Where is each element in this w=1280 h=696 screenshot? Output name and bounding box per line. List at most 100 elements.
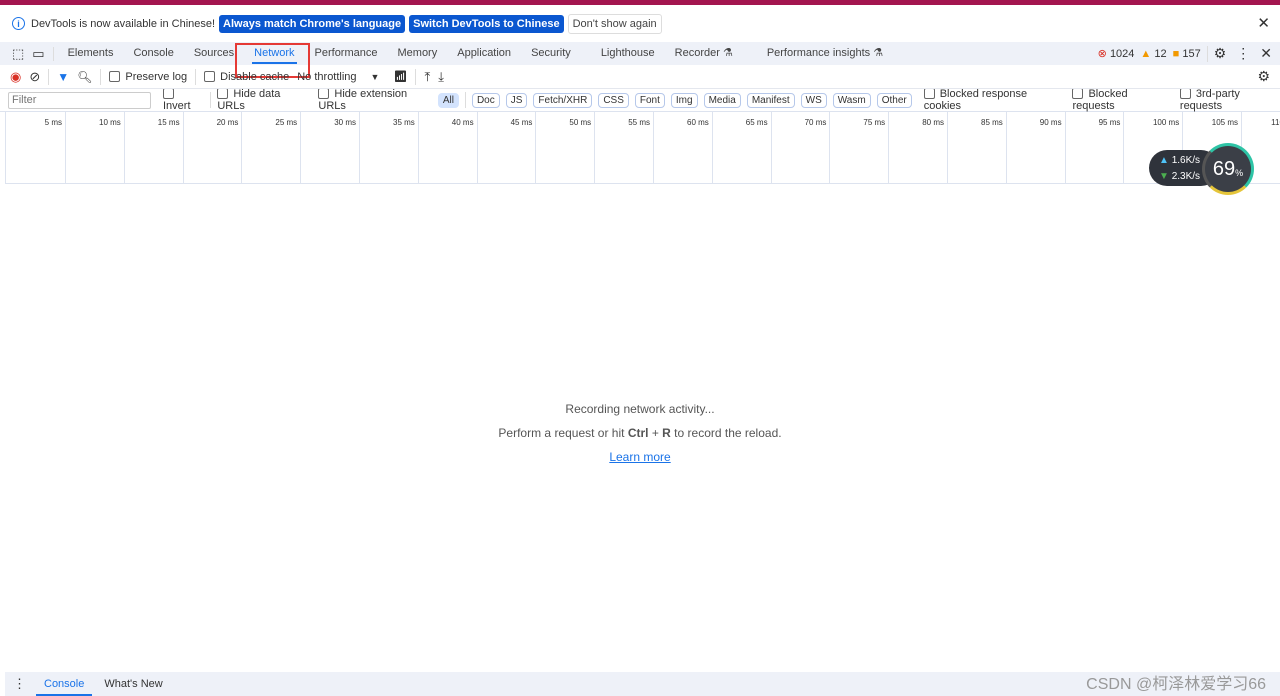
timeline-tick-label: 35 ms — [393, 118, 415, 127]
timeline-gridline — [123, 112, 125, 184]
timeline-tick-label: 65 ms — [745, 118, 768, 127]
tab-application[interactable]: Application — [447, 42, 521, 65]
blocked-requests-checkbox[interactable]: Blocked requests — [1072, 88, 1167, 112]
usage-gauge[interactable]: 69% — [1202, 143, 1254, 195]
tab-sources[interactable]: Sources — [184, 42, 244, 65]
invert-checkbox[interactable]: Invert — [163, 88, 204, 112]
drawer-menu-icon[interactable]: ⋮ — [13, 676, 26, 692]
dont-show-again-button[interactable]: Don't show again — [567, 13, 662, 34]
type-filter-wasm[interactable]: Wasm — [832, 92, 871, 108]
preserve-log-checkbox[interactable]: Preserve log — [109, 70, 187, 83]
more-options-icon[interactable]: ⋮ — [1232, 45, 1254, 62]
inspect-element-icon[interactable]: ⬚ — [12, 46, 24, 62]
close-devtools-icon[interactable]: ✕ — [1260, 45, 1272, 62]
timeline-tick-label: 100 ms — [1152, 118, 1180, 127]
filter-input[interactable] — [8, 91, 151, 109]
watermark: CSDN @柯泽林爱学习66 — [1086, 676, 1266, 693]
network-toolbar: ◉ ⊘ ▼ 🔍︎ Preserve log Disable cache No t… — [0, 65, 1280, 89]
language-infobar: i DevTools is now available in Chinese! … — [0, 5, 1280, 42]
timeline-tick-label: 85 ms — [981, 118, 1003, 127]
network-settings-gear-icon[interactable]: ⚙ — [1257, 68, 1270, 85]
infobar-message: DevTools is now available in Chinese! — [31, 17, 216, 30]
timeline-gridline — [182, 112, 184, 184]
search-icon[interactable]: 🔍︎ — [77, 70, 92, 84]
timeline-tick-label: 60 ms — [687, 118, 709, 127]
error-icon: ⊗ — [1097, 48, 1107, 60]
timeline-tick-label: 55 ms — [628, 118, 650, 127]
tab-network[interactable]: Network — [244, 42, 304, 65]
timeline-gridline — [535, 112, 537, 184]
tab-security[interactable]: Security — [521, 42, 581, 65]
clear-icon[interactable]: ⊘ — [29, 69, 40, 85]
learn-more-link[interactable]: Learn more — [609, 450, 670, 464]
timeline-gridline — [359, 112, 360, 184]
reload-hint: Perform a request or hit Ctrl + R to rec… — [498, 426, 782, 440]
timeline-tick-label: 105 ms — [1211, 118, 1238, 127]
network-overview-timeline[interactable]: 5 ms 10 ms 15 ms 20 ms 25 ms 30 ms 35 ms 40 ms 4… — [5, 112, 1280, 184]
timeline-tick-label: 75 ms — [863, 118, 886, 127]
chevron-down-icon: ▼ — [370, 71, 380, 82]
timeline-gridline — [770, 112, 772, 184]
drawer-tab-whats-new[interactable]: What's New — [96, 672, 170, 696]
tab-memory[interactable]: Memory — [388, 42, 448, 65]
device-toolbar-icon[interactable]: ▭ — [32, 46, 44, 62]
drawer-tab-console[interactable]: Console — [36, 672, 93, 696]
type-filter-font[interactable]: Font — [634, 92, 665, 108]
switch-to-chinese-button[interactable]: Switch DevTools to Chinese — [409, 14, 564, 33]
issues-count[interactable]: ■ 157 — [1173, 48, 1201, 60]
timeline-gridline — [888, 112, 890, 184]
warning-count[interactable]: ▲ 12 — [1140, 48, 1166, 60]
timeline-tick-label: 95 ms — [1098, 118, 1121, 127]
tab-lighthouse[interactable]: Lighthouse — [591, 42, 665, 65]
type-filter-img[interactable]: Img — [670, 92, 698, 108]
third-party-requests-checkbox[interactable]: 3rd-party requests — [1179, 88, 1280, 112]
timeline-tick-label: 40 ms — [451, 118, 474, 127]
timeline-gridline — [1064, 112, 1066, 184]
type-filter-media[interactable]: Media — [703, 92, 741, 108]
timeline-tick-label: 70 ms — [804, 118, 827, 127]
filter-icon[interactable]: ▼ — [57, 70, 69, 84]
type-filter-css[interactable]: CSS — [598, 92, 629, 108]
timeline-tick-label: 30 ms — [334, 118, 356, 127]
timeline-gridline — [1005, 112, 1007, 184]
throttling-select[interactable]: No throttling ▼ — [297, 71, 379, 83]
timeline-tick-label: 45 ms — [510, 118, 533, 127]
always-match-language-button[interactable]: Always match Chrome's language — [219, 14, 406, 33]
timeline-gridline — [476, 112, 478, 184]
type-filter-manifest[interactable]: Manifest — [746, 92, 795, 108]
timeline-tick-label: 10 ms — [99, 118, 121, 127]
import-har-icon[interactable]: ⤒ — [424, 69, 430, 85]
type-filter-all[interactable]: All — [437, 92, 459, 108]
hide-extension-urls-checkbox[interactable]: Hide extension URLs — [318, 88, 431, 112]
timeline-tick-label: 20 ms — [216, 118, 239, 127]
type-filter-js[interactable]: JS — [505, 92, 528, 108]
type-filter-doc[interactable]: Doc — [471, 92, 500, 108]
type-filter-ws[interactable]: WS — [800, 92, 827, 108]
tab-performance-insights[interactable]: Performance insights ⚗ — [757, 42, 893, 65]
settings-gear-icon[interactable]: ⚙ — [1214, 45, 1227, 62]
error-count[interactable]: ⊗ 1024 — [1098, 47, 1135, 60]
tab-elements[interactable]: Elements — [58, 42, 124, 65]
close-infobar-icon[interactable]: ✕ — [1257, 14, 1270, 32]
hide-data-urls-checkbox[interactable]: Hide data URLs — [217, 88, 306, 112]
timeline-tick-label: 50 ms — [569, 118, 592, 127]
timeline-gridline — [947, 112, 948, 184]
timeline-gridline — [594, 112, 596, 184]
blocked-response-cookies-checkbox[interactable]: Blocked response cookies — [923, 88, 1061, 112]
timeline-gridline — [65, 112, 66, 184]
tab-recorder[interactable]: Recorder ⚗ — [665, 42, 743, 65]
disable-cache-checkbox[interactable]: Disable cache — [204, 70, 289, 83]
type-filter-fetch-xhr[interactable]: Fetch/XHR — [533, 92, 593, 108]
info-icon: i — [12, 17, 25, 30]
type-filter-other[interactable]: Other — [876, 92, 912, 108]
tab-console[interactable]: Console — [123, 42, 183, 65]
timeline-gridline — [711, 112, 713, 184]
network-conditions-icon[interactable]: 📶︎ — [393, 70, 407, 83]
export-har-icon[interactable]: ⤓ — [438, 69, 444, 85]
stop-recording-icon[interactable]: ◉ — [10, 69, 21, 85]
recording-message: Recording network activity... — [565, 402, 715, 416]
issue-icon: ■ — [1172, 47, 1180, 60]
tab-performance[interactable]: Performance — [305, 42, 388, 65]
timeline-tick-label: 80 ms — [922, 118, 944, 127]
timeline-tick-label: 15 ms — [157, 118, 180, 127]
